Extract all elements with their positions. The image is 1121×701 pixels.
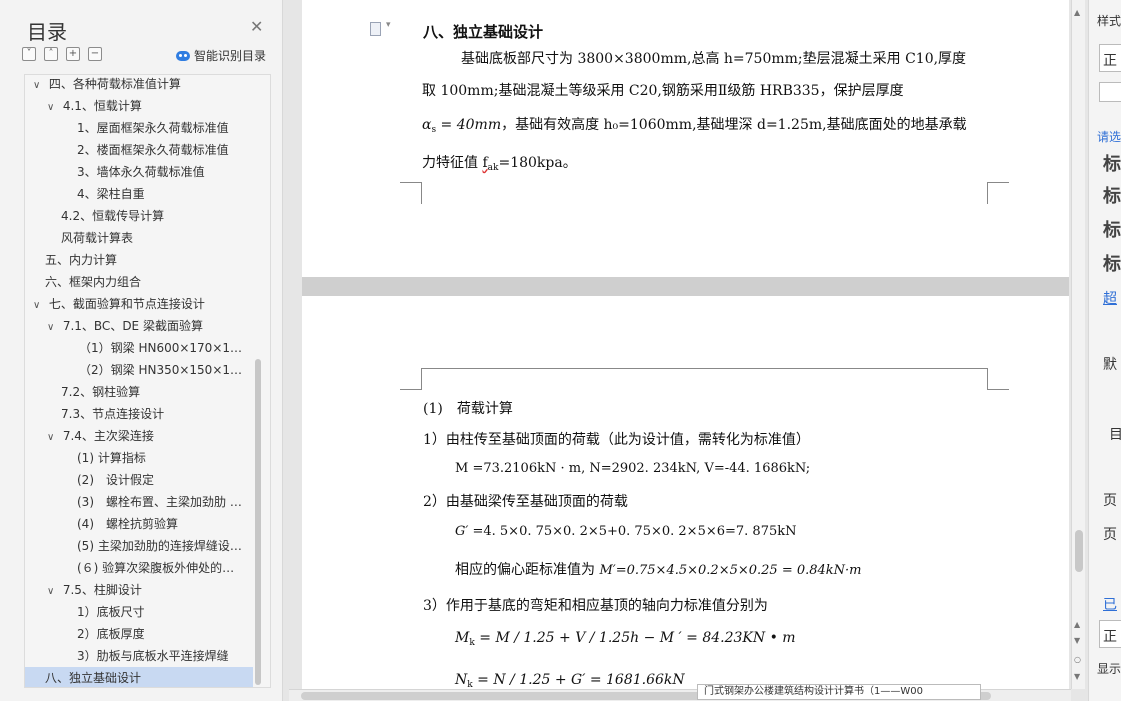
toc-panel: 目录 ✕ ˅ ˄ + − 智能识别目录 ∨ 四、各种荷载标准值计算 ∨ 4.1、… — [0, 0, 283, 701]
toc-item[interactable]: 五、内力计算 — [45, 249, 270, 271]
toc-item[interactable]: 3、墙体永久荷载标准值 — [77, 161, 270, 183]
toc-item[interactable]: 1、屋面框架永久荷载标准值 — [77, 117, 270, 139]
style-filter[interactable] — [1099, 82, 1121, 102]
paragraph-line: 基础底板部尺寸为 3800×3800mm,总高 h=750mm;垫层混凝土采用 … — [461, 51, 967, 67]
toc-item[interactable]: 2）底板厚度 — [77, 623, 270, 645]
page-corner-mark — [400, 182, 422, 204]
style-item[interactable]: 标 — [1103, 182, 1121, 208]
style-item[interactable]: 标 — [1103, 150, 1121, 176]
equation: G′ =4. 5×0. 75×0. 2×5+0. 75×0. 2×5×6=7. … — [455, 524, 797, 539]
toc-item-active[interactable]: 八、独立基础设计 — [25, 667, 253, 687]
vertical-scrollbar[interactable]: ▲ ▲ ▼ ○ ▼ — [1071, 0, 1085, 689]
page-2: (1) 荷载计算 1）由柱传至基础顶面的荷载（此为设计值，需转化为标准值） M … — [302, 296, 1069, 689]
toc-item[interactable]: ∨ 7.4、主次梁连接 — [47, 425, 270, 447]
style-item[interactable]: 已 — [1103, 594, 1117, 614]
document-tab-tooltip: 门式钢架办公楼建筑结构设计计算书（1——W00 — [697, 684, 981, 700]
scroll-down-icon[interactable]: ▼ — [1074, 672, 1080, 681]
toc-toolbar: ˅ ˄ + − — [22, 47, 102, 61]
list-item: 3）作用于基底的弯矩和相应基顶的轴向力标准值分别为 — [423, 598, 768, 614]
smart-toc-button[interactable]: 智能识别目录 — [176, 47, 266, 64]
equation: Mk = M / 1.25 + V / 1.25h − M ′ = 84.23K… — [455, 630, 796, 648]
style-item[interactable]: 标 — [1103, 216, 1121, 242]
scroll-down-icon[interactable]: ▼ — [1074, 636, 1080, 645]
close-icon[interactable]: ✕ — [250, 17, 263, 36]
toc-item[interactable]: （2）钢梁 HN350×150×12… — [79, 359, 249, 381]
toc-item[interactable]: ∨ 4.1、恒载计算 — [47, 95, 270, 117]
page-gap — [302, 277, 1069, 296]
style-request-link[interactable]: 请选 — [1097, 128, 1121, 145]
toc-item[interactable]: (2) 设计假定 — [77, 469, 270, 491]
dot-icon[interactable]: ○ — [1074, 655, 1081, 664]
toc-scrollbar[interactable] — [255, 359, 261, 685]
style-select-value: 正 — [1103, 53, 1117, 69]
word-processor-window: 目录 ✕ ˅ ˄ + − 智能识别目录 ∨ 四、各种荷载标准值计算 ∨ 4.1、… — [0, 0, 1121, 701]
toc-list: ∨ 四、各种荷载标准值计算 ∨ 4.1、恒载计算 1、屋面框架永久荷载标准值 2… — [24, 74, 271, 688]
style-item[interactable]: 默 — [1103, 354, 1117, 374]
toc-item[interactable]: ∨ 7.1、BC、DE 梁截面验算 — [47, 315, 270, 337]
toc-item[interactable]: ∨ 七、截面验算和节点连接设计 — [33, 293, 261, 315]
remove-icon[interactable]: − — [88, 47, 102, 61]
horizontal-scrollbar[interactable]: 门式钢架办公楼建筑结构设计计算书（1——W00 — [289, 684, 1071, 701]
style-item[interactable]: 目 — [1109, 424, 1121, 444]
toc-item[interactable]: 1）底板尺寸 — [77, 601, 270, 623]
style-item[interactable]: 页 — [1103, 524, 1117, 544]
toc-item[interactable]: 7.2、钢柱验算 — [61, 381, 270, 403]
toc-title: 目录 — [27, 20, 67, 44]
add-icon[interactable]: + — [66, 47, 80, 61]
section-title: (1) 荷载计算 — [423, 401, 513, 417]
page-corner-mark — [987, 182, 1009, 204]
header-line — [422, 368, 987, 369]
robot-icon — [176, 50, 190, 61]
paragraph-line: 力特征值 fak=180kpa。 — [422, 155, 577, 173]
toc-item[interactable]: (1) 计算指标 — [77, 447, 270, 469]
scroll-up-icon[interactable]: ▲ — [1074, 620, 1080, 629]
show-label[interactable]: 显示 — [1097, 660, 1121, 677]
expand-down-icon[interactable]: ˅ — [22, 47, 36, 61]
section-heading: 八、独立基础设计 — [423, 23, 544, 41]
smart-toc-label: 智能识别目录 — [194, 49, 267, 63]
paragraph-line: αs = 40mm，基础有效高度 h₀=1060mm,基础埋深 d=1.25m,… — [422, 117, 967, 135]
toc-item[interactable]: 六、框架内力组合 — [45, 271, 270, 293]
toc-item[interactable]: (3) 螺栓布置、主梁加劲肋 … — [77, 491, 249, 513]
toc-item[interactable]: 风荷载计算表 — [61, 227, 270, 249]
list-item: 2）由基础梁传至基础顶面的荷载 — [423, 494, 628, 510]
toc-item[interactable]: 4.2、恒载传导计算 — [61, 205, 270, 227]
equation: 相应的偏心距标准值为 M′=0.75×4.5×0.2×5×0.25 = 0.84… — [455, 562, 862, 578]
toc-item[interactable]: 4、梁柱自重 — [77, 183, 270, 205]
document-area: 八、独立基础设计 基础底板部尺寸为 3800×3800mm,总高 h=750mm… — [289, 0, 1071, 689]
toc-item[interactable]: 3）肋板与底板水平连接焊缝 — [77, 645, 270, 667]
file-icon[interactable] — [370, 20, 391, 36]
toc-item[interactable]: (5) 主梁加劲肋的连接焊缝设… — [77, 535, 249, 557]
style-select-value: 正 — [1103, 629, 1117, 645]
equation: M =73.2106kN · m, N=2902. 234kN, V=-44. … — [455, 461, 811, 476]
toc-item[interactable]: 7.3、节点连接设计 — [61, 403, 270, 425]
equation: Nk = N / 1.25 + G′ = 1681.66kN — [455, 672, 685, 689]
collapse-up-icon[interactable]: ˄ — [44, 47, 58, 61]
scroll-up-icon[interactable]: ▲ — [1074, 8, 1080, 17]
list-item: 1）由柱传至基础顶面的荷载（此为设计值，需转化为标准值） — [423, 432, 810, 448]
styles-panel: 样式 正 请选 标 标 标 标 超 默 目 页 页 已 正 显示 — [1088, 0, 1121, 701]
styles-title: 样式 — [1097, 14, 1121, 28]
toc-item[interactable]: ∨ 四、各种荷载标准值计算 — [33, 75, 261, 95]
toc-item[interactable]: （1）钢梁 HN600×170×16… — [79, 337, 249, 359]
toc-item[interactable]: 2、楼面框架永久荷载标准值 — [77, 139, 270, 161]
style-item[interactable]: 标 — [1103, 250, 1121, 276]
page-corner-mark — [987, 368, 1009, 390]
page-corner-mark — [400, 368, 422, 390]
style-item[interactable]: 页 — [1103, 490, 1117, 510]
paragraph-line: 取 100mm;基础混凝土等级采用 C20,钢筋采用Ⅱ级筋 HRB335，保护层… — [422, 83, 904, 99]
toc-item[interactable]: (６) 验算次梁腹板外伸处的… — [77, 557, 249, 579]
toc-item[interactable]: (4) 螺栓抗剪验算 — [77, 513, 270, 535]
hyperlink-style[interactable]: 超 — [1103, 288, 1117, 308]
page-1: 八、独立基础设计 基础底板部尺寸为 3800×3800mm,总高 h=750mm… — [302, 0, 1069, 277]
scrollbar-thumb[interactable] — [1075, 530, 1083, 572]
toc-item[interactable]: ∨ 7.5、柱脚设计 — [47, 579, 270, 601]
